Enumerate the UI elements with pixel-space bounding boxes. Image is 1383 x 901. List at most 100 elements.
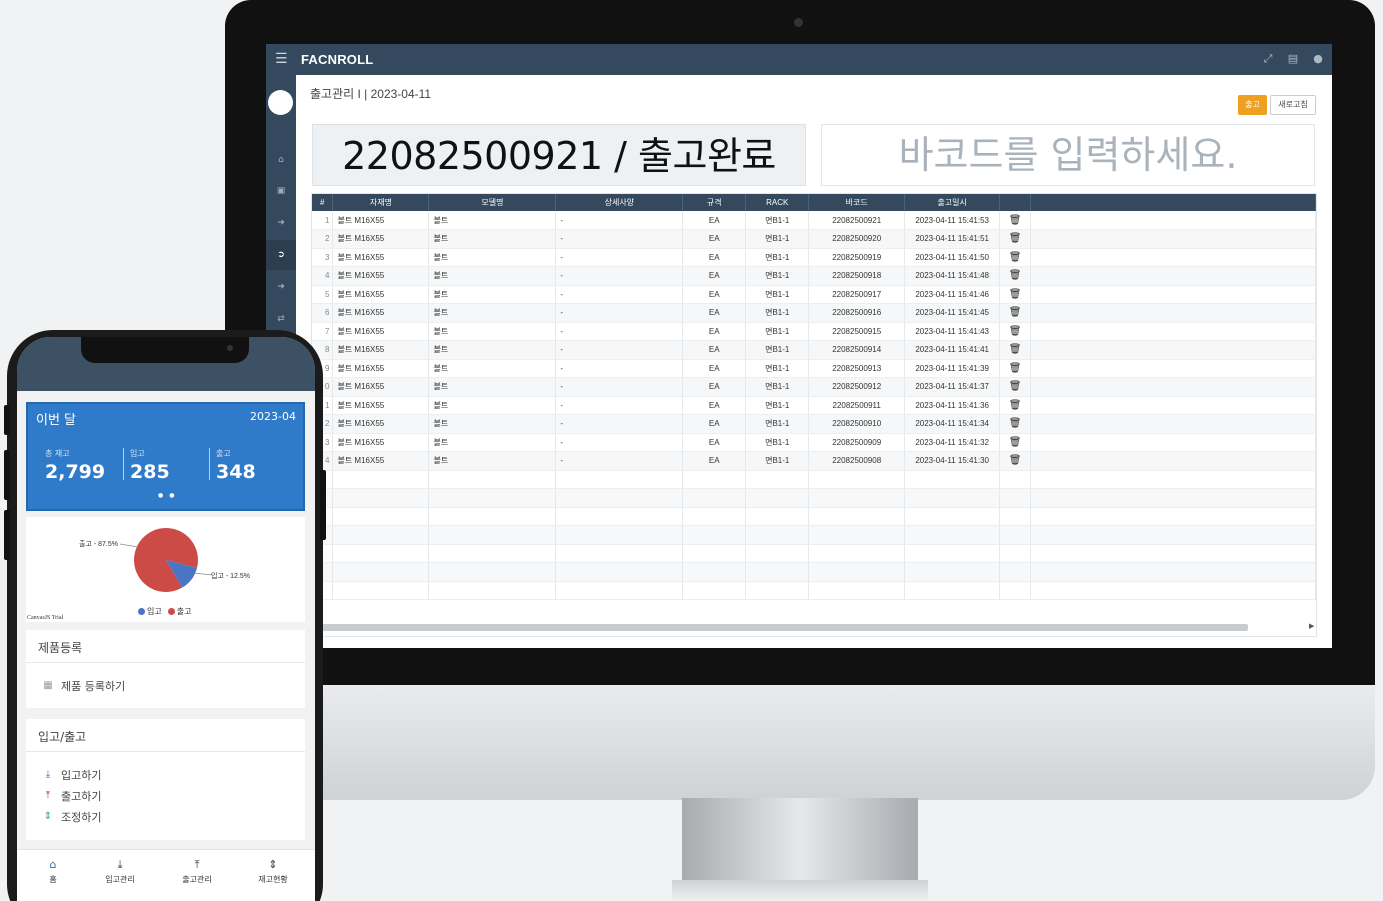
outbound-button[interactable]: 출고 xyxy=(1238,95,1267,115)
trash-icon[interactable]: 🗑 xyxy=(999,229,1032,249)
material-name-cell: 볼트 M16X55 xyxy=(332,211,430,230)
nav-label: 재고현황 xyxy=(258,875,288,884)
barcode-cell: 22082500909 xyxy=(808,433,906,452)
trash-icon[interactable]: 🗑 xyxy=(999,433,1032,452)
trash-icon[interactable]: 🗑 xyxy=(999,396,1032,415)
inbox-icon[interactable]: ▣ xyxy=(266,176,296,206)
barcode-input[interactable] xyxy=(821,124,1315,186)
model-name-cell: 볼트 xyxy=(428,266,557,286)
barcode-cell: 22082500910 xyxy=(808,414,906,434)
trash-icon[interactable]: 🗑 xyxy=(999,359,1032,378)
empty-cell xyxy=(808,525,906,545)
pie-label-inbound: 입고 - 12.5% xyxy=(211,573,250,580)
rack-cell: 면B1-1 xyxy=(745,285,810,304)
table-row[interactable]: 6 볼트 M16X55 볼트 - EA 면B1-1 22082500916 2023-04-1… xyxy=(312,303,1316,323)
phone-button xyxy=(4,405,10,435)
nav-outbound[interactable]: ⤒ 출고관리 xyxy=(167,858,227,885)
trash-icon[interactable]: 🗑 xyxy=(999,451,1032,471)
horizontal-scrollbar[interactable] xyxy=(322,624,1248,631)
detail-spec-cell: - xyxy=(555,359,684,378)
nav-label: 출고관리 xyxy=(182,875,212,884)
table-row[interactable]: 4 볼트 M16X55 볼트 - EA 면B1-1 22082500918 2023-04-1… xyxy=(312,266,1316,286)
empty-cell xyxy=(808,544,906,563)
barcode-cell: 22082500921 xyxy=(808,211,906,230)
trash-icon[interactable]: 🗑 xyxy=(999,248,1032,267)
table-row[interactable]: 5 볼트 M16X55 볼트 - EA 면B1-1 22082500917 2023-04-1… xyxy=(312,285,1316,304)
user-icon[interactable]: ● xyxy=(1312,52,1324,66)
table-row[interactable]: 1 볼트 M16X55 볼트 - EA 면B1-1 22082500911 2023-04-1… xyxy=(312,396,1316,415)
table-row[interactable]: 2 볼트 M16X55 볼트 - EA 면B1-1 22082500910 2023-04-1… xyxy=(312,414,1316,434)
monthly-summary-card[interactable]: 이번 달 2023-04 총 재고 2,799 입고 285 출고 348 ●● xyxy=(26,402,305,511)
outbound-link[interactable]: ⤒ 출고하기 xyxy=(26,785,305,806)
pie-leader-line-1 xyxy=(193,572,213,576)
hamburger-menu-icon[interactable]: ☰ xyxy=(275,51,288,67)
material-name-cell: 볼트 M16X55 xyxy=(332,229,430,249)
adjust-link[interactable]: ⇕ 조정하기 xyxy=(26,806,305,827)
nav-inbound[interactable]: ⤓ 입고관리 xyxy=(90,858,150,885)
trash-icon[interactable]: 🗑 xyxy=(999,211,1032,230)
home-icon[interactable]: ⌂ xyxy=(266,145,296,175)
carousel-dots[interactable]: ●● xyxy=(158,492,180,499)
export-icon[interactable]: ➜ xyxy=(266,272,296,302)
filler-cell xyxy=(1030,322,1316,341)
outbound-time-cell: 2023-04-11 15:41:39 xyxy=(904,359,1001,378)
column-header[interactable]: 출고일시 xyxy=(904,194,1001,211)
nav-home[interactable]: ⌂ 홈 xyxy=(23,858,83,885)
sign-in-icon[interactable]: ➜ xyxy=(266,208,296,238)
table-row[interactable]: 8 볼트 M16X55 볼트 - EA 면B1-1 22082500914 2023-04-1… xyxy=(312,340,1316,360)
trash-icon[interactable]: 🗑 xyxy=(999,303,1032,323)
table-row[interactable]: 3 볼트 M16X55 볼트 - EA 면B1-1 22082500909 2023-04-1… xyxy=(312,433,1316,452)
empty-cell xyxy=(745,507,810,526)
trash-icon[interactable]: 🗑 xyxy=(999,285,1032,304)
barcode-cell: 22082500911 xyxy=(808,396,906,415)
register-product-link[interactable]: ▦ 제품 등록하기 xyxy=(26,675,305,696)
document-icon[interactable]: ▤ xyxy=(1287,52,1299,66)
barcode-cell: 22082500913 xyxy=(808,359,906,378)
column-header[interactable]: 자재명 xyxy=(332,194,430,211)
table-row[interactable]: 7 볼트 M16X55 볼트 - EA 면B1-1 22082500915 2023-04-1… xyxy=(312,322,1316,341)
sign-out-icon[interactable]: ➲ xyxy=(266,240,296,270)
trash-icon[interactable]: 🗑 xyxy=(999,377,1032,397)
empty-cell xyxy=(428,488,557,508)
fullscreen-icon[interactable]: ⤢ xyxy=(1262,52,1274,66)
empty-cell xyxy=(428,507,557,526)
card-date: 2023-04 xyxy=(250,410,296,423)
empty-cell xyxy=(808,507,906,526)
barcode-cell: 22082500920 xyxy=(808,229,906,249)
filler-cell xyxy=(1030,248,1316,267)
table-row[interactable]: 3 볼트 M16X55 볼트 - EA 면B1-1 22082500919 2023-04-1… xyxy=(312,248,1316,267)
column-header[interactable]: 상세사양 xyxy=(555,194,684,211)
table-row[interactable]: 0 볼트 M16X55 볼트 - EA 면B1-1 22082500912 2023-04-1… xyxy=(312,377,1316,397)
empty-cell xyxy=(428,525,557,545)
column-header[interactable]: 바코드 xyxy=(808,194,906,211)
rack-cell: 면B1-1 xyxy=(745,451,810,471)
trash-icon[interactable]: 🗑 xyxy=(999,414,1032,434)
table-row[interactable]: 1 볼트 M16X55 볼트 - EA 면B1-1 22082500921 2023-04-1… xyxy=(312,211,1316,230)
chart-legend: 입고 출고 xyxy=(138,606,191,617)
inbound-link[interactable]: ⤓ 입고하기 xyxy=(26,764,305,785)
column-header[interactable]: 규격 xyxy=(682,194,747,211)
nav-stock[interactable]: ⇕ 재고현황 xyxy=(243,858,303,885)
avatar[interactable] xyxy=(268,90,293,115)
barcode-cell: 22082500914 xyxy=(808,340,906,360)
column-header[interactable]: # xyxy=(312,194,334,211)
model-name-cell: 볼트 xyxy=(428,396,557,415)
table-row[interactable]: 4 볼트 M16X55 볼트 - EA 면B1-1 22082500908 2023-04-1… xyxy=(312,451,1316,471)
trash-icon[interactable]: 🗑 xyxy=(999,322,1032,341)
breadcrumb: 출고관리 I | 2023-04-11 xyxy=(310,87,432,101)
empty-cell xyxy=(332,525,430,545)
phone-button xyxy=(320,470,326,540)
card-title: 이번 달 xyxy=(36,413,77,428)
table-row[interactable]: 9 볼트 M16X55 볼트 - EA 면B1-1 22082500913 2023-04-1… xyxy=(312,359,1316,378)
column-header[interactable]: RACK xyxy=(745,194,810,211)
refresh-button[interactable]: 새로고침 xyxy=(1270,95,1316,115)
empty-cell xyxy=(904,525,1001,545)
scroll-right-icon[interactable]: ▶ xyxy=(1309,622,1314,630)
column-header[interactable]: 모델명 xyxy=(428,194,557,211)
trash-icon[interactable]: 🗑 xyxy=(999,266,1032,286)
outbound-time-cell: 2023-04-11 15:41:48 xyxy=(904,266,1001,286)
empty-cell xyxy=(1030,562,1316,582)
table-row[interactable]: 2 볼트 M16X55 볼트 - EA 면B1-1 22082500920 2023-04-1… xyxy=(312,229,1316,249)
empty-row xyxy=(312,544,1316,563)
trash-icon[interactable]: 🗑 xyxy=(999,340,1032,360)
